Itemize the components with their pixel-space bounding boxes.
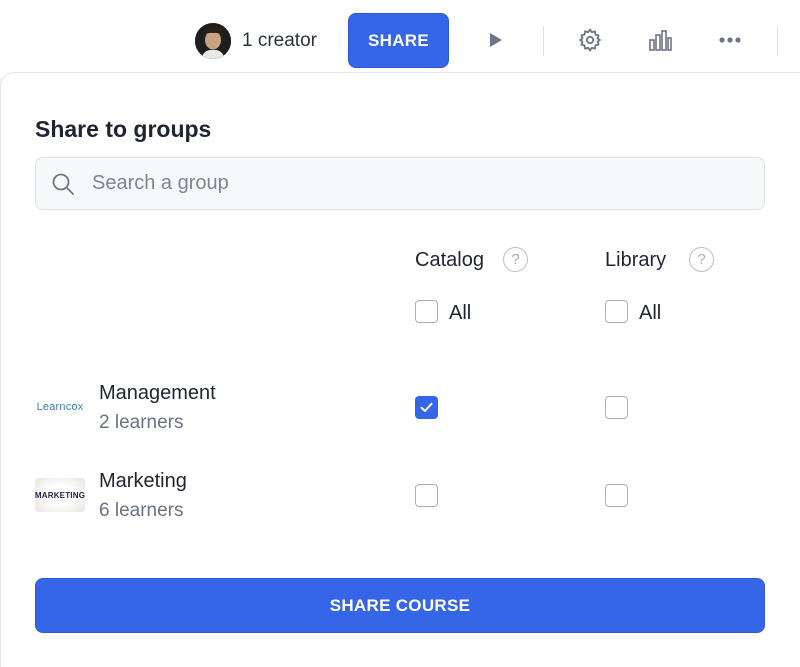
library-help-icon[interactable]: ? bbox=[689, 247, 714, 272]
play-icon[interactable] bbox=[477, 22, 513, 58]
catalog-all-label: All bbox=[449, 302, 472, 324]
marketing-catalog-checkbox[interactable] bbox=[415, 484, 438, 507]
library-all-checkbox[interactable] bbox=[605, 300, 628, 323]
search-icon bbox=[51, 172, 75, 201]
catalog-help-icon[interactable]: ? bbox=[503, 247, 528, 272]
management-logo: Learncox bbox=[36, 401, 84, 413]
check-icon bbox=[420, 402, 433, 412]
top-bar: 1 creator SHARE bbox=[0, 0, 800, 78]
group-learner-count: 6 learners bbox=[99, 500, 184, 521]
group-learner-count: 2 learners bbox=[99, 412, 184, 433]
creator-count[interactable]: 1 creator bbox=[242, 30, 317, 52]
divider bbox=[777, 26, 778, 56]
management-library-checkbox[interactable] bbox=[605, 396, 628, 419]
bar-chart-icon[interactable] bbox=[642, 22, 678, 58]
library-all-label: All bbox=[639, 302, 662, 324]
panel-title: Share to groups bbox=[35, 116, 212, 142]
marketing-library-checkbox[interactable] bbox=[605, 484, 628, 507]
group-name: Management bbox=[99, 382, 216, 404]
catalog-all-checkbox[interactable] bbox=[415, 300, 438, 323]
management-catalog-checkbox[interactable] bbox=[415, 396, 438, 419]
search-input[interactable] bbox=[92, 158, 752, 209]
marketing-logo: MARKETING bbox=[35, 478, 85, 512]
divider bbox=[543, 26, 544, 56]
library-column-header: Library bbox=[605, 249, 667, 271]
share-button[interactable]: SHARE bbox=[348, 13, 449, 68]
share-course-button[interactable]: SHARE COURSE bbox=[35, 578, 765, 633]
group-search[interactable] bbox=[35, 157, 765, 210]
more-icon[interactable] bbox=[712, 22, 748, 58]
share-panel: Share to groups Catalog ? Library ? All … bbox=[0, 72, 800, 667]
creator-avatar[interactable] bbox=[195, 23, 231, 59]
gear-icon[interactable] bbox=[572, 22, 608, 58]
group-name: Marketing bbox=[99, 470, 187, 492]
catalog-column-header: Catalog bbox=[415, 249, 484, 271]
